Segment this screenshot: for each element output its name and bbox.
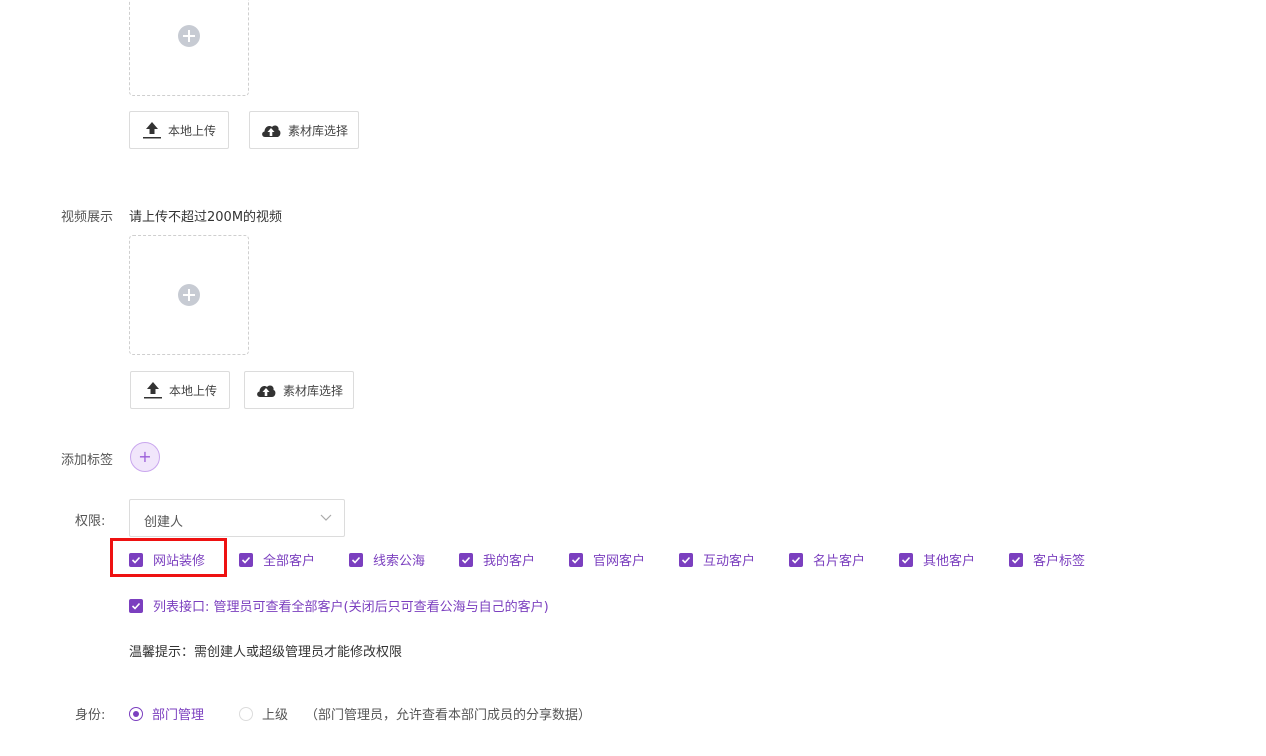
- radio-label: 部门管理: [152, 708, 205, 723]
- checkbox-label: 列表接口: 管理员可查看全部客户(关闭后只可查看公海与自己的客户): [153, 600, 549, 615]
- video-upload-hint: 请上传不超过200M的视频: [129, 210, 283, 225]
- checkbox-checked-icon: [569, 552, 583, 567]
- checkbox-my-customers[interactable]: 我的客户: [459, 550, 535, 569]
- checkbox-checked-icon: [459, 552, 473, 567]
- plus-icon: [178, 25, 200, 47]
- video-upload-box[interactable]: [129, 235, 249, 355]
- video-local-upload-button[interactable]: 本地上传: [130, 371, 230, 409]
- image-library-select-label: 素材库选择: [287, 123, 348, 138]
- checkbox-label: 我的客户: [483, 554, 536, 569]
- checkbox-website-customers[interactable]: 官网客户: [569, 550, 645, 569]
- checkbox-label: 名片客户: [813, 554, 866, 569]
- checkbox-checked-icon: [129, 598, 143, 613]
- checkbox-card-customers[interactable]: 名片客户: [789, 550, 865, 569]
- checkbox-label: 官网客户: [593, 554, 646, 569]
- video-section-label: 视频展示: [61, 210, 114, 225]
- permission-tip: 温馨提示：需创建人或超级管理员才能修改权限: [129, 645, 403, 660]
- highlight-annotation: [110, 538, 227, 577]
- video-library-select-label: 素材库选择: [282, 383, 343, 398]
- radio-superior[interactable]: 上级: [239, 704, 288, 723]
- checkbox-lead-pool[interactable]: 线索公海: [349, 550, 425, 569]
- checkbox-checked-icon: [899, 552, 913, 567]
- checkbox-other-customers[interactable]: 其他客户: [899, 550, 975, 569]
- permission-select-value: 创建人: [144, 515, 184, 530]
- plus-icon: [178, 284, 200, 306]
- add-tag-button[interactable]: +: [130, 442, 160, 472]
- cloud-upload-icon: [262, 125, 281, 137]
- radio-label: 上级: [262, 708, 289, 723]
- cloud-upload-icon: [257, 385, 276, 397]
- checkbox-label: 客户标签: [1033, 554, 1086, 569]
- checkbox-checked-icon: [679, 552, 693, 567]
- image-library-select-button[interactable]: 素材库选择: [249, 111, 359, 149]
- plus-icon: +: [138, 447, 152, 466]
- checkbox-label: 线索公海: [373, 554, 426, 569]
- radio-unselected-icon: [239, 706, 253, 721]
- upload-arrow-icon: [142, 122, 161, 139]
- checkbox-checked-icon: [239, 552, 253, 567]
- image-upload-box[interactable]: [129, 0, 249, 96]
- checkbox-list-api[interactable]: 列表接口: 管理员可查看全部客户(关闭后只可查看公海与自己的客户): [129, 596, 549, 615]
- checkbox-all-customers[interactable]: 全部客户: [239, 550, 315, 569]
- checkbox-checked-icon: [349, 552, 363, 567]
- checkbox-label: 全部客户: [263, 554, 316, 569]
- image-local-upload-button[interactable]: 本地上传: [129, 111, 229, 149]
- upload-arrow-icon: [143, 382, 162, 399]
- image-local-upload-label: 本地上传: [167, 123, 216, 138]
- video-local-upload-label: 本地上传: [168, 383, 217, 398]
- chevron-down-icon: [320, 514, 332, 521]
- checkbox-interactive-customers[interactable]: 互动客户: [679, 550, 755, 569]
- video-library-select-button[interactable]: 素材库选择: [244, 371, 354, 409]
- checkbox-label: 互动客户: [703, 554, 756, 569]
- radio-selected-icon: [129, 706, 143, 721]
- checkbox-label: 其他客户: [923, 554, 976, 569]
- permission-select[interactable]: 创建人: [129, 499, 345, 537]
- identity-label: 身份:: [75, 708, 106, 723]
- tags-label: 添加标签: [61, 453, 114, 468]
- identity-note: （部门管理员，允许查看本部门成员的分享数据）: [305, 708, 592, 723]
- permission-label: 权限:: [75, 514, 106, 529]
- radio-department-manager[interactable]: 部门管理: [129, 704, 204, 723]
- checkbox-checked-icon: [789, 552, 803, 567]
- checkbox-customer-tags[interactable]: 客户标签: [1009, 550, 1085, 569]
- checkbox-checked-icon: [1009, 552, 1023, 567]
